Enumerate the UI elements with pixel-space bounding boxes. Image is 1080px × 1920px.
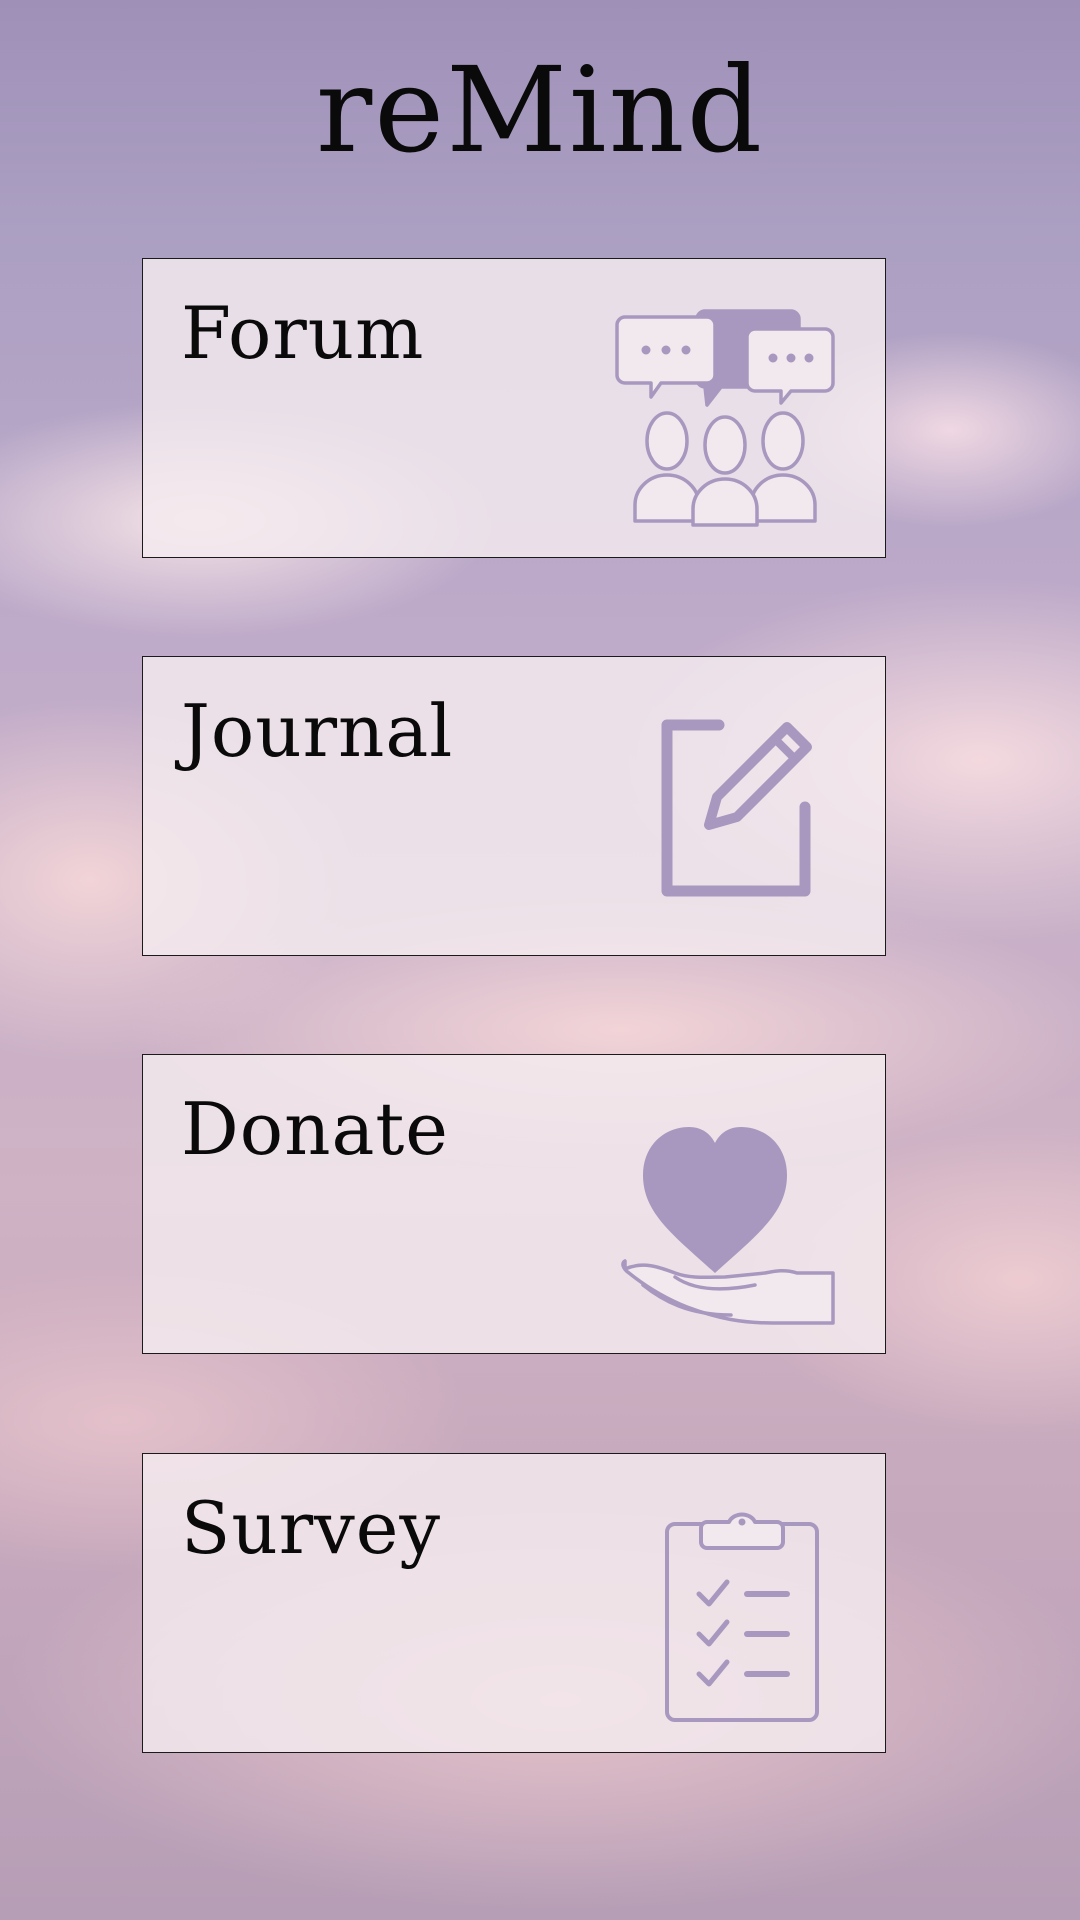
app-title: reMind [315,41,765,179]
journal-label: Journal [181,689,454,773]
heart-in-hand-icon [615,1095,845,1325]
survey-label: Survey [181,1486,442,1570]
journal-card[interactable]: Journal [142,656,886,956]
forum-label: Forum [181,291,425,375]
checklist-clipboard-icon [615,1494,845,1724]
forum-card[interactable]: Forum [142,258,886,558]
donate-label: Donate [181,1087,449,1171]
edit-note-icon [615,697,845,927]
group-chat-icon [615,299,845,529]
survey-card[interactable]: Survey [142,1453,886,1753]
donate-card[interactable]: Donate [142,1054,886,1354]
